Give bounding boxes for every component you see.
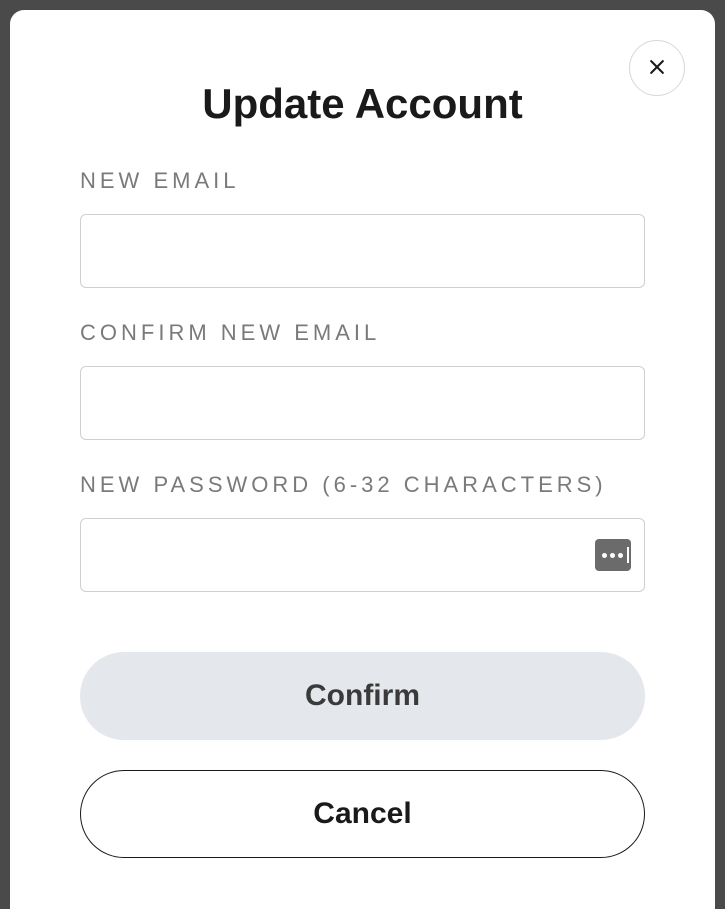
confirm-email-input[interactable]	[80, 366, 645, 440]
new-email-input[interactable]	[80, 214, 645, 288]
password-dots-icon	[602, 547, 629, 563]
close-icon	[647, 57, 667, 80]
new-password-input[interactable]	[80, 518, 645, 592]
password-visibility-toggle[interactable]	[595, 539, 631, 571]
new-email-group: NEW EMAIL	[80, 168, 645, 288]
new-password-group: NEW PASSWORD (6-32 CHARACTERS)	[80, 472, 645, 592]
confirm-email-label: CONFIRM NEW EMAIL	[80, 320, 645, 346]
new-email-label: NEW EMAIL	[80, 168, 645, 194]
close-button[interactable]	[629, 40, 685, 96]
confirm-button[interactable]: Confirm	[80, 652, 645, 740]
new-password-label: NEW PASSWORD (6-32 CHARACTERS)	[80, 472, 645, 498]
modal-title: Update Account	[80, 80, 645, 128]
cancel-button[interactable]: Cancel	[80, 770, 645, 858]
confirm-email-group: CONFIRM NEW EMAIL	[80, 320, 645, 440]
password-wrapper	[80, 518, 645, 592]
button-group: Confirm Cancel	[80, 652, 645, 858]
update-account-modal: Update Account NEW EMAIL CONFIRM NEW EMA…	[10, 10, 715, 909]
